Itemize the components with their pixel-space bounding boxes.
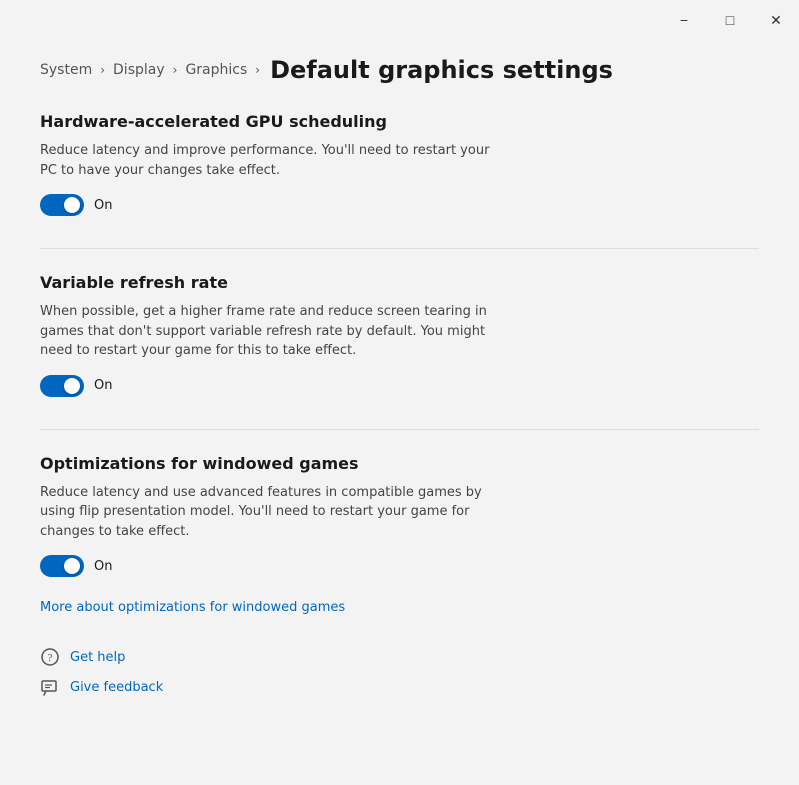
maximize-button[interactable]: □ <box>707 0 753 40</box>
variable-refresh-toggle[interactable] <box>40 375 84 397</box>
gpu-scheduling-toggle-label: On <box>94 198 112 213</box>
variable-refresh-toggle-row: On <box>40 375 759 397</box>
divider-1 <box>40 248 759 249</box>
gpu-scheduling-title: Hardware-accelerated GPU scheduling <box>40 112 759 131</box>
gpu-scheduling-toggle-row: On <box>40 194 759 216</box>
variable-refresh-toggle-label: On <box>94 378 112 393</box>
divider-2 <box>40 429 759 430</box>
give-feedback-item: Give feedback <box>40 677 759 697</box>
variable-refresh-title: Variable refresh rate <box>40 273 759 292</box>
close-button[interactable]: ✕ <box>753 0 799 40</box>
windowed-optimizations-toggle-thumb <box>64 558 80 574</box>
breadcrumb-sep-3: › <box>255 63 260 77</box>
gpu-scheduling-toggle[interactable] <box>40 194 84 216</box>
give-feedback-link[interactable]: Give feedback <box>70 680 163 695</box>
give-feedback-icon <box>40 677 60 697</box>
windowed-optimizations-link[interactable]: More about optimizations for windowed ga… <box>40 600 345 615</box>
variable-refresh-toggle-track <box>40 375 84 397</box>
gpu-scheduling-toggle-track <box>40 194 84 216</box>
breadcrumb-graphics[interactable]: Graphics <box>185 62 247 78</box>
gpu-scheduling-section: Hardware-accelerated GPU scheduling Redu… <box>40 112 759 216</box>
variable-refresh-toggle-thumb <box>64 378 80 394</box>
gpu-scheduling-toggle-thumb <box>64 197 80 213</box>
windowed-optimizations-desc: Reduce latency and use advanced features… <box>40 483 500 542</box>
main-content: System › Display › Graphics › Default gr… <box>0 40 799 785</box>
windowed-optimizations-toggle-row: On <box>40 555 759 577</box>
gpu-scheduling-desc: Reduce latency and improve performance. … <box>40 141 500 180</box>
windowed-optimizations-toggle[interactable] <box>40 555 84 577</box>
windowed-optimizations-section: Optimizations for windowed games Reduce … <box>40 454 759 616</box>
footer-links: ? Get help Give feedback <box>40 647 759 697</box>
minimize-button[interactable]: − <box>661 0 707 40</box>
variable-refresh-section: Variable refresh rate When possible, get… <box>40 273 759 397</box>
svg-text:?: ? <box>48 652 53 664</box>
breadcrumb-sep-2: › <box>173 63 178 77</box>
breadcrumb-display[interactable]: Display <box>113 62 165 78</box>
get-help-item: ? Get help <box>40 647 759 667</box>
breadcrumb: System › Display › Graphics › Default gr… <box>40 56 759 84</box>
get-help-link[interactable]: Get help <box>70 650 125 665</box>
windowed-optimizations-toggle-label: On <box>94 559 112 574</box>
get-help-icon: ? <box>40 647 60 667</box>
breadcrumb-sep-1: › <box>100 63 105 77</box>
breadcrumb-system[interactable]: System <box>40 62 92 78</box>
windowed-optimizations-title: Optimizations for windowed games <box>40 454 759 473</box>
title-bar: − □ ✕ <box>0 0 799 40</box>
variable-refresh-desc: When possible, get a higher frame rate a… <box>40 302 500 361</box>
page-title: Default graphics settings <box>270 56 613 84</box>
windowed-optimizations-toggle-track <box>40 555 84 577</box>
